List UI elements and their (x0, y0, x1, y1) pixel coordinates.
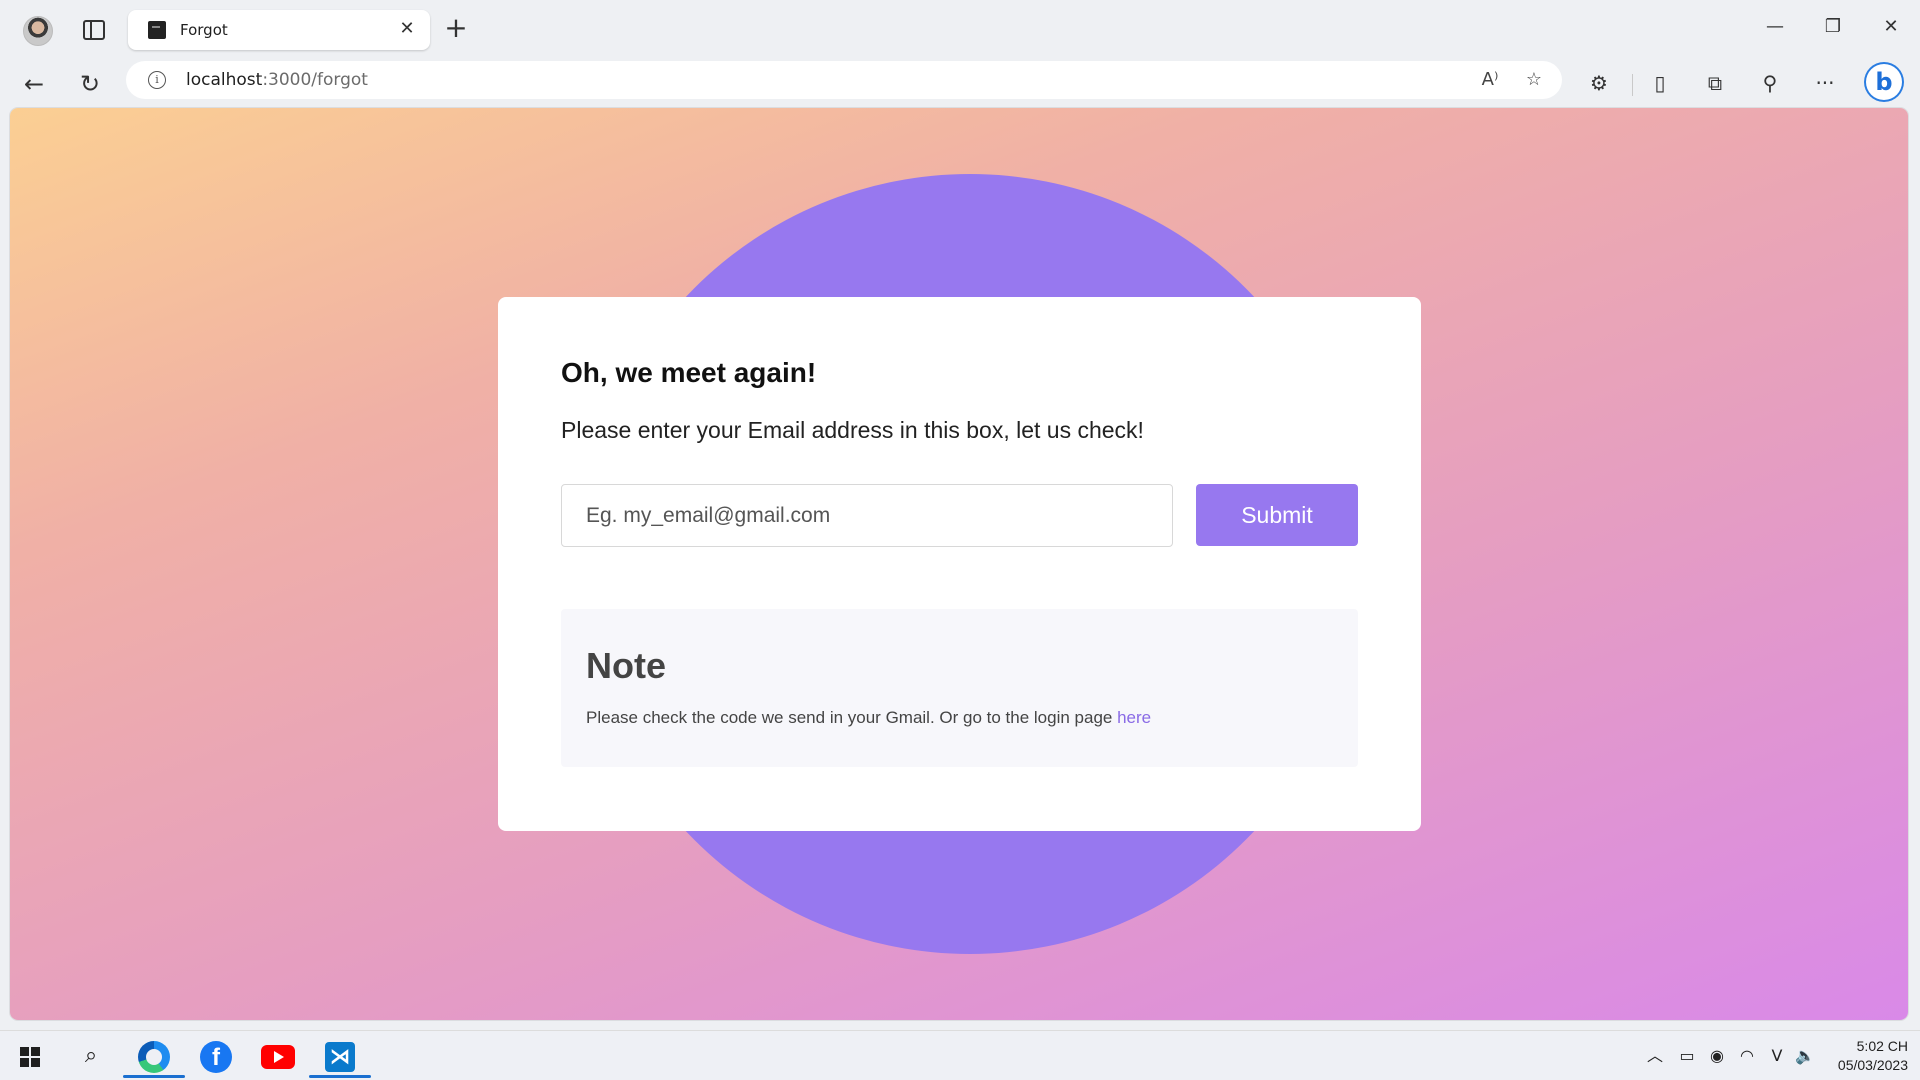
taskbar-clock[interactable]: 5:02 CH 05/03/2023 (1820, 1037, 1908, 1075)
taskbar-search-icon[interactable]: ⌕ (78, 1043, 104, 1069)
extensions-icon[interactable]: ⚙ (1584, 68, 1614, 98)
reload-button[interactable]: ↻ (74, 68, 106, 100)
clock-time: 5:02 CH (1856, 1038, 1908, 1054)
facebook-icon: f (200, 1041, 232, 1073)
url-text[interactable]: localhost:3000/forgot (186, 70, 368, 90)
tray-chevron-icon[interactable]: ︿ (1644, 1045, 1666, 1067)
note-message: Please check the code we send in your Gm… (586, 708, 1118, 727)
close-window-button[interactable]: ✕ (1868, 12, 1914, 42)
battery-icon[interactable]: ▭ (1676, 1045, 1698, 1067)
taskbar: ⌕ f ⋊ ︿ ▭ ◉ ◠ V 🔈 5:02 CH 05/03/2023 (0, 1030, 1920, 1080)
page-subtitle: Please enter your Email address in this … (561, 417, 1144, 443)
add-favorite-icon[interactable]: ☆ (1522, 68, 1546, 92)
note-text: Please check the code we send in your Gm… (586, 708, 1151, 728)
forgot-card: Oh, we meet again! Please enter your Ema… (498, 297, 1421, 831)
email-input[interactable] (561, 484, 1173, 547)
youtube-icon (261, 1045, 295, 1069)
vpn-icon[interactable]: V (1766, 1045, 1788, 1067)
login-link[interactable]: here (1117, 708, 1151, 727)
more-menu-icon[interactable]: ··· (1810, 68, 1840, 98)
performance-icon[interactable]: ⚲ (1755, 68, 1785, 98)
split-screen-icon[interactable]: ▯ (1645, 68, 1675, 98)
wifi-icon[interactable]: ◠ (1736, 1045, 1758, 1067)
taskbar-facebook[interactable]: f (185, 1034, 247, 1078)
tab-title: Forgot (180, 21, 228, 39)
browser-titlebar: Forgot ✕ + — ❐ ✕ (0, 0, 1920, 58)
site-info-icon[interactable]: i (148, 71, 166, 89)
camera-icon[interactable]: ◉ (1706, 1045, 1728, 1067)
tab-actions-icon[interactable] (83, 20, 105, 40)
restore-button[interactable]: ❐ (1810, 12, 1856, 42)
browser-tab-forgot[interactable]: Forgot ✕ (128, 10, 430, 50)
tab-favicon-icon (148, 21, 166, 39)
minimize-button[interactable]: — (1752, 12, 1798, 42)
tab-close-icon[interactable]: ✕ (396, 18, 418, 40)
page-title: Oh, we meet again! (561, 357, 817, 388)
read-aloud-icon[interactable]: A⁾ (1478, 68, 1502, 92)
vscode-icon: ⋊ (325, 1042, 355, 1072)
taskbar-vscode[interactable]: ⋊ (309, 1034, 371, 1078)
note-title: Note (586, 645, 666, 686)
new-tab-button[interactable]: + (442, 14, 470, 42)
taskbar-youtube[interactable] (247, 1034, 309, 1078)
clock-date: 05/03/2023 (1837, 1057, 1908, 1073)
url-path: :3000/forgot (262, 70, 368, 90)
bing-chat-icon[interactable]: b (1864, 62, 1904, 102)
address-bar[interactable]: i localhost:3000/forgot A⁾ ☆ (126, 61, 1562, 99)
url-host: localhost (186, 70, 263, 90)
toolbar-divider (1632, 74, 1633, 96)
note-box: Note Please check the code we send in yo… (561, 609, 1358, 767)
back-button[interactable]: ← (18, 68, 50, 100)
windows-start-icon[interactable] (20, 1047, 40, 1067)
browser-toolbar: ← ↻ i localhost:3000/forgot A⁾ ☆ ⚙ ▯ ⧉ ⚲… (0, 58, 1920, 108)
page-viewport: Oh, we meet again! Please enter your Ema… (10, 108, 1908, 1020)
taskbar-edge-dev[interactable] (123, 1034, 185, 1078)
collections-icon[interactable]: ⧉ (1700, 68, 1730, 98)
profile-avatar[interactable] (23, 16, 53, 46)
edge-dev-icon (138, 1041, 170, 1073)
volume-icon[interactable]: 🔈 (1794, 1045, 1816, 1067)
submit-button[interactable]: Submit (1196, 484, 1358, 546)
